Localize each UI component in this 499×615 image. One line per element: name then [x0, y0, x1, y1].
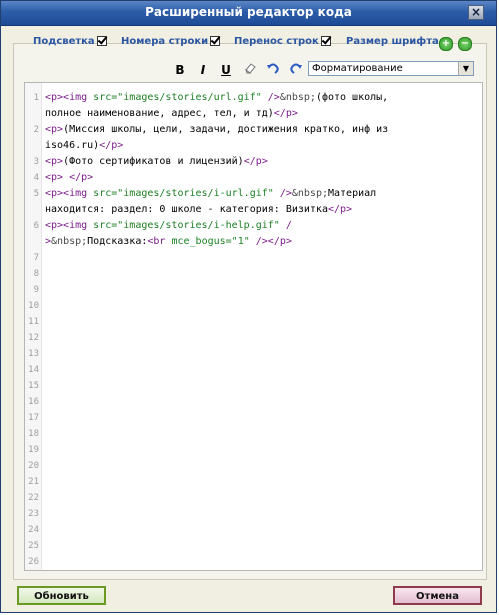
code-token: &nbsp;	[279, 92, 316, 103]
code-content[interactable]: <p><img src="images/stories/url.gif" />&…	[45, 90, 478, 250]
highlight-label: Подсветка	[33, 36, 95, 47]
code-line: <p> </p>	[45, 170, 478, 186]
code-line: <p>(Миссия школы, цели, задачи, достижен…	[45, 122, 478, 138]
code-token: (фото школы,	[315, 92, 389, 103]
line-number: 16	[28, 397, 39, 407]
font-size-decrease-icon[interactable]: −	[458, 37, 472, 51]
wrap-label: Перенос строк	[234, 36, 319, 47]
highlight-option[interactable]: Подсветка	[33, 36, 107, 47]
font-size-option: Размер шрифта	[346, 36, 439, 47]
code-token: src="images/stories/i-url.gif"	[93, 188, 274, 199]
code-token: /></p>	[249, 236, 292, 247]
code-area[interactable]: 1 2 3 4 5 6 7 8 9 10 11 12 13 14 15 16 17 18 19 20 21 22 23 24 2…	[24, 82, 483, 571]
code-token: &nbsp;	[291, 188, 328, 199]
line-number: 13	[28, 349, 39, 359]
code-token: </p>	[327, 204, 353, 215]
options-bar: Подсветка Номера строки Перенос строк Ра…	[1, 36, 496, 54]
code-line: >&nbsp;Подсказка:<br mce_bogus="1" /></p…	[45, 234, 478, 250]
highlight-checkbox[interactable]	[96, 36, 107, 46]
line-number: 24	[28, 525, 39, 535]
line-number: 3	[33, 157, 39, 167]
line-number: 6	[33, 221, 39, 231]
code-token: </p>	[99, 140, 124, 151]
line-gutter: 1 2 3 4 5 6 7 8 9 10 11 12 13 14 15 16 17 18 19 20 21 22 23 24 2…	[25, 83, 42, 570]
line-numbers-checkbox[interactable]	[210, 36, 221, 46]
code-line: полное наименование, адрес, тел, и тд)</…	[45, 106, 478, 122]
eraser-icon[interactable]	[241, 61, 259, 79]
code-token: <p>	[45, 124, 64, 135]
code-token: находится: раздел: 0 школе - категория: …	[45, 204, 328, 215]
dialog-title: Расширенный редактор кода	[145, 5, 352, 19]
line-number: 14	[28, 365, 39, 375]
code-token: полное наименование, адрес, тел, и тд)	[45, 108, 274, 119]
underline-button[interactable]: U	[217, 61, 235, 79]
line-number: 21	[28, 477, 39, 487]
code-token: mce_bogus="1"	[171, 236, 250, 247]
code-token: />	[273, 188, 292, 199]
line-number: 12	[28, 333, 39, 343]
font-size-label: Размер шрифта	[346, 36, 439, 47]
line-number: 25	[28, 541, 39, 551]
code-line: находится: раздел: 0 школе - категория: …	[45, 202, 478, 218]
code-token: Подсказка:	[87, 236, 148, 247]
chevron-down-icon[interactable]: ▼	[458, 62, 473, 75]
line-number: 8	[33, 269, 39, 279]
code-token: src="images/stories/i-help.gif"	[93, 220, 280, 231]
code-token: src="images/stories/url.gif"	[93, 92, 262, 103]
code-token: </p>	[273, 108, 298, 119]
line-number: 18	[28, 429, 39, 439]
line-number: 22	[28, 493, 39, 503]
code-line: <p><img src="images/stories/i-help.gif" …	[45, 218, 478, 234]
code-token: <p>	[45, 156, 64, 167]
line-number: 17	[28, 413, 39, 423]
line-number: 15	[28, 381, 39, 391]
line-number: 1	[33, 93, 39, 103]
code-line: <p><img src="images/stories/i-url.gif" /…	[45, 186, 478, 202]
code-token: &nbsp;	[51, 236, 88, 247]
line-number: 26	[28, 557, 39, 567]
line-numbers-label: Номера строки	[121, 36, 209, 47]
code-token: <p><img	[45, 220, 94, 231]
code-token: <p> </p>	[45, 172, 94, 183]
bold-button[interactable]: B	[171, 61, 189, 79]
line-numbers-option[interactable]: Номера строки	[121, 36, 221, 47]
wrap-option[interactable]: Перенос строк	[234, 36, 331, 47]
wrap-checkbox[interactable]	[320, 36, 331, 46]
redo-icon[interactable]	[287, 61, 305, 79]
font-size-increase-icon[interactable]: +	[439, 37, 453, 51]
update-button[interactable]: Обновить	[17, 586, 106, 605]
code-line: iso46.ru)</p>	[45, 138, 478, 154]
code-token: iso46.ru)	[45, 140, 100, 151]
line-number: 20	[28, 461, 39, 471]
code-editor-dialog: Расширенный редактор кода × Подсветка Но…	[0, 0, 497, 613]
line-number: 5	[33, 189, 39, 199]
code-token: <p><img	[45, 188, 94, 199]
line-number: 23	[28, 509, 39, 519]
code-token: </p>	[243, 156, 268, 167]
close-button[interactable]: ×	[468, 5, 484, 20]
line-number: 10	[28, 301, 39, 311]
code-line: <p><img src="images/stories/url.gif" />&…	[45, 90, 478, 106]
line-number: 11	[28, 317, 39, 327]
line-number: 19	[28, 445, 39, 455]
format-select[interactable]: Форматирование ▼	[308, 61, 474, 76]
line-number: 4	[33, 173, 39, 183]
title-bar: Расширенный редактор кода ×	[1, 1, 496, 26]
code-token: <p><img	[45, 92, 94, 103]
italic-button[interactable]: I	[194, 61, 212, 79]
line-number: 9	[33, 285, 39, 295]
cancel-button[interactable]: Отмена	[393, 586, 482, 605]
code-token: /	[279, 220, 292, 231]
code-line: <p>(Фото сертификатов и лицензий)</p>	[45, 154, 478, 170]
line-number: 2	[33, 125, 39, 135]
code-token: <br	[147, 236, 172, 247]
undo-icon[interactable]	[264, 61, 282, 79]
line-number: 7	[33, 253, 39, 263]
code-token: (Миссия школы, цели, задачи, достижения …	[63, 124, 389, 135]
code-token: />	[261, 92, 280, 103]
code-token: Материал	[327, 188, 377, 199]
code-token: (Фото сертификатов и лицензий)	[63, 156, 244, 167]
format-select-value: Форматирование	[312, 63, 403, 74]
